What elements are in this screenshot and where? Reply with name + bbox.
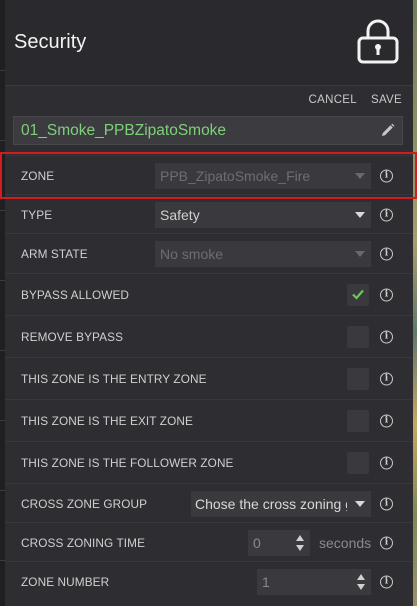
- bypass-allowed-label: BYPASS ALLOWED: [21, 287, 130, 302]
- cross-zone-group-row: CROSS ZONE GROUP Chose the cross zoning …: [5, 483, 413, 523]
- exit-zone-label: THIS ZONE IS THE EXIT ZONE: [21, 413, 193, 428]
- arm-state-row: ARM STATE No smoke i: [5, 233, 413, 273]
- cross-zoning-time-stepper[interactable]: 0: [248, 529, 310, 556]
- info-icon[interactable]: i: [380, 288, 393, 301]
- cross-zoning-time-unit: seconds: [319, 534, 372, 551]
- zone-number-stepper[interactable]: 1: [257, 568, 371, 595]
- form-actions: CANCEL SAVE: [309, 94, 402, 106]
- zone-number-value: 1: [262, 573, 270, 590]
- arm-state-label: ARM STATE: [21, 246, 88, 261]
- increment-icon[interactable]: [357, 573, 365, 580]
- cross-zoning-time-value: 0: [253, 534, 261, 551]
- chevron-down-icon: [355, 250, 365, 257]
- exit-zone-row: THIS ZONE IS THE EXIT ZONE i: [5, 399, 413, 441]
- increment-icon[interactable]: [296, 534, 304, 541]
- arm-state-value: No smoke: [160, 245, 224, 262]
- zone-number-label: ZONE NUMBER: [21, 574, 110, 589]
- zone-label: ZONE: [21, 168, 55, 183]
- cross-zoning-time-row: CROSS ZONING TIME 0 seconds i: [5, 522, 413, 562]
- type-select[interactable]: Safety: [155, 201, 371, 228]
- info-icon[interactable]: i: [380, 208, 393, 221]
- panel-title: Security: [14, 31, 87, 53]
- cross-zoning-time-label: CROSS ZONING TIME: [21, 535, 146, 550]
- check-icon: [352, 289, 364, 300]
- info-icon[interactable]: i: [380, 497, 393, 510]
- device-name: 01_Smoke_PPBZipatoSmoke: [21, 122, 227, 139]
- remove-bypass-checkbox[interactable]: [347, 325, 369, 348]
- cross-zone-group-select[interactable]: Chose the cross zoning group: [191, 490, 371, 517]
- follower-zone-label: THIS ZONE IS THE FOLLOWER ZONE: [21, 455, 234, 470]
- type-value: Safety: [160, 206, 200, 223]
- cross-zone-group-value: Chose the cross zoning group: [195, 495, 347, 512]
- follower-zone-checkbox[interactable]: [347, 451, 369, 474]
- follower-zone-row: THIS ZONE IS THE FOLLOWER ZONE i: [5, 441, 413, 483]
- exit-zone-checkbox[interactable]: [347, 409, 369, 432]
- cancel-button[interactable]: CANCEL: [309, 94, 357, 106]
- background-map-edge: [413, 0, 417, 606]
- info-icon[interactable]: i: [380, 536, 393, 549]
- device-name-field[interactable]: 01_Smoke_PPBZipatoSmoke: [13, 116, 403, 145]
- info-icon[interactable]: i: [380, 575, 393, 588]
- arm-state-select[interactable]: No smoke: [155, 240, 371, 267]
- panel-header: Security: [5, 0, 413, 86]
- info-icon[interactable]: i: [380, 169, 393, 182]
- zone-row: ZONE PPB_ZipatoSmoke_Fire i: [5, 155, 413, 195]
- info-icon[interactable]: i: [380, 372, 393, 385]
- bypass-allowed-checkbox[interactable]: [347, 283, 369, 306]
- chevron-down-icon: [355, 211, 365, 218]
- remove-bypass-row: REMOVE BYPASS i: [5, 315, 413, 357]
- info-icon[interactable]: i: [380, 456, 393, 469]
- lock-icon[interactable]: [357, 18, 399, 64]
- info-icon[interactable]: i: [380, 247, 393, 260]
- pencil-icon[interactable]: [380, 123, 395, 138]
- entry-zone-checkbox[interactable]: [347, 367, 369, 390]
- type-row: TYPE Safety i: [5, 194, 413, 234]
- zone-value: PPB_ZipatoSmoke_Fire: [160, 167, 311, 184]
- entry-zone-label: THIS ZONE IS THE ENTRY ZONE: [21, 371, 207, 386]
- save-button[interactable]: SAVE: [371, 94, 402, 106]
- decrement-icon[interactable]: [357, 583, 365, 590]
- zone-number-row: ZONE NUMBER 1 i: [5, 561, 413, 601]
- info-icon[interactable]: i: [380, 414, 393, 427]
- decrement-icon[interactable]: [296, 544, 304, 551]
- chevron-down-icon: [355, 172, 365, 179]
- security-panel: Security CANCEL SAVE 01_Smoke_PPBZipatoS…: [5, 0, 413, 606]
- cross-zone-group-label: CROSS ZONE GROUP: [21, 496, 148, 511]
- bypass-allowed-row: BYPASS ALLOWED i: [5, 273, 413, 315]
- chevron-down-icon: [355, 500, 365, 507]
- remove-bypass-label: REMOVE BYPASS: [21, 329, 124, 344]
- zone-select[interactable]: PPB_ZipatoSmoke_Fire: [155, 162, 371, 189]
- type-label: TYPE: [21, 207, 53, 222]
- entry-zone-row: THIS ZONE IS THE ENTRY ZONE i: [5, 357, 413, 399]
- info-icon[interactable]: i: [380, 330, 393, 343]
